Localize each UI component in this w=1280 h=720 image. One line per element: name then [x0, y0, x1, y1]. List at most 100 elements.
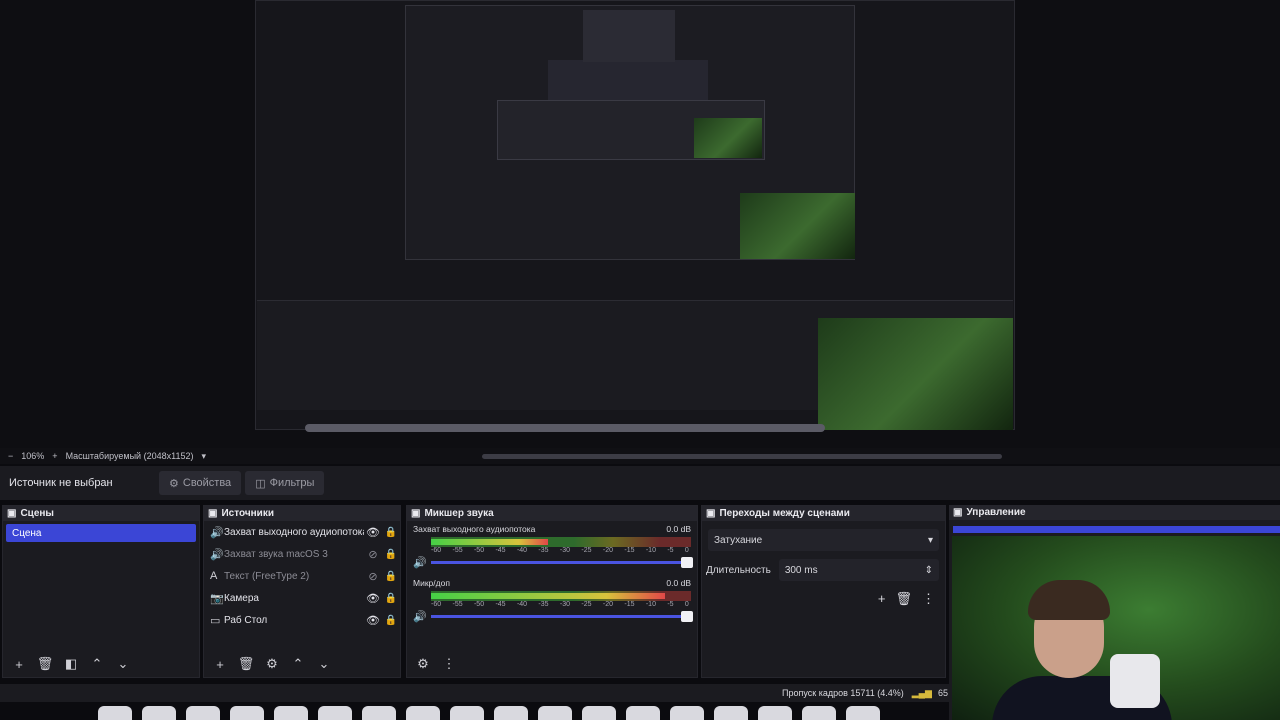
- person-hair: [1028, 580, 1110, 620]
- source-item[interactable]: A Текст (FreeType 2) ⊘ 🔒: [204, 565, 400, 587]
- properties-button[interactable]: ⚙ Свойства: [159, 471, 242, 495]
- duration-spinbox[interactable]: 300 ms ⇕: [778, 559, 939, 581]
- signal-bars-icon: ▂▄▆: [911, 687, 932, 698]
- source-item[interactable]: 🔊 Захват выходного аудиопотока 👁 🔒: [204, 521, 400, 543]
- dock-app-icon[interactable]: [802, 706, 836, 720]
- source-item[interactable]: ▭ Раб Стол 👁 🔒: [204, 609, 400, 631]
- meter-tick-label: -55: [452, 547, 463, 554]
- dock-app-icon[interactable]: [186, 706, 220, 720]
- macos-dock: [88, 706, 948, 720]
- meter-tick-label: -40: [516, 601, 528, 608]
- dock-app-icon[interactable]: [98, 706, 132, 720]
- lock-icon[interactable]: 🔒: [382, 549, 400, 560]
- volume-slider[interactable]: [431, 557, 693, 568]
- add-icon[interactable]: +: [878, 591, 886, 607]
- more-icon[interactable]: ⋮: [439, 656, 459, 672]
- gear-icon[interactable]: ⚙: [262, 656, 282, 672]
- trash-icon[interactable]: 🗑: [895, 591, 912, 607]
- dock-app-icon[interactable]: [142, 706, 176, 720]
- dock-app-icon[interactable]: [758, 706, 792, 720]
- lock-icon[interactable]: 🔒: [382, 571, 400, 582]
- dock-icon: ▣: [411, 508, 421, 519]
- filter-icon: ◫: [255, 477, 266, 490]
- mixer-toolbar: ⚙ ⋮: [407, 651, 697, 677]
- source-item[interactable]: 📷 Камера 👁 🔒: [204, 587, 400, 609]
- source-label: Захват звука macOS 3: [224, 548, 328, 560]
- eye-icon[interactable]: 👁: [364, 526, 382, 539]
- dock-title: Управление: [966, 507, 1026, 518]
- nested-preview-frame-4: [583, 10, 675, 62]
- eye-hidden-icon[interactable]: ⊘: [364, 548, 382, 561]
- zoom-in-icon[interactable]: +: [52, 451, 57, 461]
- trash-icon[interactable]: 🗑: [236, 656, 256, 672]
- transition-select[interactable]: Затухание ▾: [708, 529, 939, 551]
- dock-app-icon[interactable]: [538, 706, 572, 720]
- chevron-down-icon[interactable]: ▾: [201, 451, 206, 462]
- dock-app-icon[interactable]: [406, 706, 440, 720]
- dock-header: ▣ Сцены: [3, 506, 199, 521]
- dock-app-icon[interactable]: [230, 706, 264, 720]
- meter-tick-label: 0: [684, 547, 689, 554]
- meter-tick-label: -20: [602, 547, 613, 554]
- slider-handle[interactable]: [681, 557, 693, 568]
- lock-icon[interactable]: 🔒: [382, 615, 400, 626]
- speaker-icon: 🔊: [210, 526, 224, 539]
- scale-mode[interactable]: Масштабируемый (2048x1152): [66, 451, 194, 461]
- add-icon[interactable]: +: [210, 657, 230, 672]
- dock-app-icon[interactable]: [450, 706, 484, 720]
- channel-db: 0.0 dB: [666, 578, 691, 588]
- meter-tick-label: -10: [645, 547, 656, 554]
- eye-hidden-icon[interactable]: ⊘: [364, 570, 382, 583]
- dock-header: ▣ Управление: [949, 505, 1280, 520]
- transition-actions: + 🗑 ⋮: [702, 591, 935, 607]
- dock-app-icon[interactable]: [846, 706, 880, 720]
- zoom-out-icon[interactable]: −: [8, 451, 13, 461]
- dock-app-icon[interactable]: [274, 706, 308, 720]
- channel-db: 0.0 dB: [666, 524, 691, 534]
- channel-name: Микр/доп: [413, 578, 450, 588]
- dropped-frames: Пропуск кадров 15711 (4.4%): [782, 688, 904, 698]
- scene-item[interactable]: Сцена: [6, 524, 196, 542]
- lock-icon[interactable]: 🔒: [382, 593, 400, 604]
- source-item[interactable]: 🔊 Захват звука macOS 3 ⊘ 🔒: [204, 543, 400, 565]
- add-icon[interactable]: +: [9, 657, 29, 672]
- dock-app-icon[interactable]: [670, 706, 704, 720]
- source-label: Раб Стол: [224, 614, 268, 626]
- dock-app-icon[interactable]: [362, 706, 396, 720]
- speaker-icon[interactable]: 🔊: [413, 610, 431, 623]
- speaker-icon[interactable]: 🔊: [413, 556, 431, 569]
- preview-scrollbar[interactable]: [482, 454, 1002, 459]
- no-source-label: Источник не выбран: [9, 477, 113, 489]
- filters-button[interactable]: ◫ Фильтры: [245, 471, 325, 495]
- dock-app-icon[interactable]: [494, 706, 528, 720]
- start-streaming-button[interactable]: [953, 526, 1280, 533]
- mixer-channel: Микр/доп 0.0 dB -60 -55 -50 -45 -40 -35 -30 -25-…: [407, 575, 697, 623]
- eye-icon[interactable]: 👁: [364, 592, 382, 605]
- nested-camera-image: [740, 193, 855, 259]
- lock-icon[interactable]: 🔒: [382, 527, 400, 538]
- scenes-dock: ▣ Сцены Сцена + 🗑 ◧ ⌃ ⌄: [2, 505, 200, 678]
- arrow-up-icon[interactable]: ⌃: [87, 656, 107, 672]
- volume-meter: [431, 537, 691, 547]
- more-icon[interactable]: ⋮: [922, 591, 935, 607]
- arrow-down-icon[interactable]: ⌄: [314, 656, 334, 672]
- scenes-toolbar: + 🗑 ◧ ⌃ ⌄: [3, 651, 199, 677]
- dock-app-icon[interactable]: [318, 706, 352, 720]
- trash-icon[interactable]: 🗑: [35, 656, 55, 672]
- mixer-channel: Захват выходного аудиопотока 0.0 dB -60 -5…: [407, 521, 697, 569]
- filter-icon[interactable]: ◧: [61, 656, 81, 672]
- dock-app-icon[interactable]: [582, 706, 616, 720]
- volume-slider[interactable]: [431, 611, 693, 622]
- dock-app-icon[interactable]: [714, 706, 748, 720]
- dock-app-icon[interactable]: [626, 706, 660, 720]
- sources-toolbar: + 🗑 ⚙ ⌃ ⌄: [204, 651, 400, 677]
- gear-icon[interactable]: ⚙: [413, 656, 433, 672]
- arrow-down-icon[interactable]: ⌄: [113, 656, 133, 672]
- arrow-up-icon[interactable]: ⌃: [288, 656, 308, 672]
- meter-tick-label: -25: [581, 547, 592, 554]
- slider-handle[interactable]: [681, 611, 693, 622]
- eye-icon[interactable]: 👁: [364, 614, 382, 627]
- dock-title: Сцены: [20, 508, 54, 519]
- preview-canvas[interactable]: [0, 0, 1280, 448]
- spin-arrows-icon[interactable]: ⇕: [925, 565, 933, 576]
